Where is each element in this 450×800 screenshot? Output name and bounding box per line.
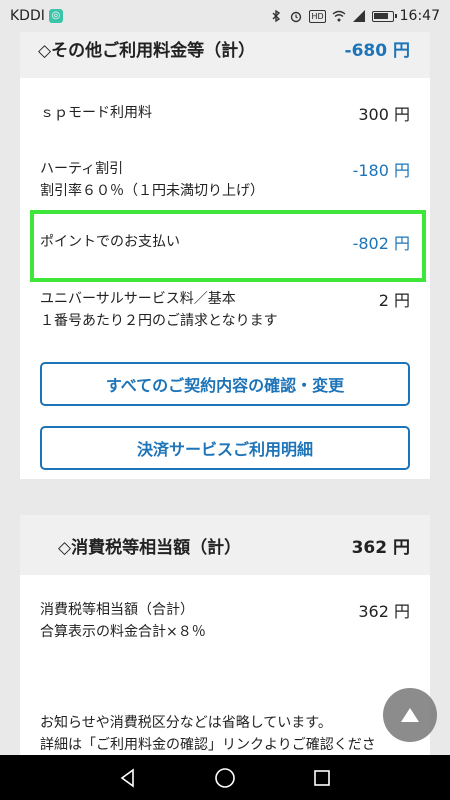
signal-icon: [352, 10, 365, 22]
other-charges-amount: -680 円: [344, 40, 410, 61]
row-amount: 2 円: [378, 291, 410, 310]
status-bar: KDDI ◎ HD 16:47: [0, 0, 450, 32]
list-item-sp-mode: ｓｐモード利用料 300 円: [20, 102, 430, 124]
tax-header: ◇消費税等相当額（計） 362 円: [20, 515, 430, 575]
list-item-tax-total: 消費税等相当額（合計） 合算表示の料金合計×８％ 362 円: [20, 599, 430, 643]
status-icons: HD 16:47: [269, 8, 440, 24]
note-line: 詳細は「ご利用料金の確認」リンクよりご確認くださ: [40, 737, 376, 753]
scroll-to-top-button[interactable]: [383, 688, 437, 742]
notes: お知らせや消費税区分などは省略しています。 詳細は「ご利用料金の確認」リンクより…: [20, 712, 430, 755]
tax-title: ◇消費税等相当額（計）: [58, 537, 242, 558]
bluetooth-icon: [272, 9, 281, 23]
arrow-up-icon: [401, 708, 419, 722]
back-icon: [120, 767, 135, 788]
tax-card: ◇消費税等相当額（計） 362 円 消費税等相当額（合計） 合算表示の料金合計×…: [20, 515, 430, 755]
status-time: 16:47: [399, 8, 440, 24]
payment-service-details-button[interactable]: 決済サービスご利用明細: [40, 426, 410, 470]
row-label: ｓｐモード利用料: [40, 105, 152, 121]
billing-page[interactable]: ◇その他ご利用料金等（計） -680 円 ｓｐモード利用料 300 円 ハーティ…: [0, 32, 450, 755]
row-amount: 300 円: [358, 105, 410, 124]
carrier-name: KDDI: [10, 8, 45, 24]
contract-details-button[interactable]: すべてのご契約内容の確認・変更: [40, 362, 410, 406]
navigation-bar: [0, 755, 450, 800]
other-charges-header: ◇その他ご利用料金等（計） -680 円: [20, 32, 430, 78]
row-sublabel: 合算表示の料金合計×８％: [40, 624, 206, 640]
recents-button[interactable]: [310, 766, 334, 790]
other-charges-title: ◇その他ご利用料金等（計）: [38, 40, 256, 61]
battery-icon: [371, 10, 397, 22]
row-sublabel: １番号あたり２円のご請求となります: [40, 313, 278, 329]
row-label: 消費税等相当額（合計）: [40, 602, 194, 618]
list-item-hearty-discount: ハーティ割引 割引率６０％（１円未満切り上げ） -180 円: [20, 158, 430, 202]
note-line: お知らせや消費税区分などは省略しています。: [40, 715, 332, 731]
home-icon: [215, 767, 235, 788]
list-item-universal-service: ユニバーサルサービス料／基本 １番号あたり２円のご請求となります 2 円: [20, 288, 430, 332]
row-amount: 362 円: [358, 602, 410, 621]
hd-icon: HD: [309, 9, 326, 23]
carrier: KDDI ◎: [10, 8, 63, 24]
row-label: ユニバーサルサービス料／基本: [40, 291, 236, 307]
carrier-badge-icon: ◎: [48, 9, 63, 23]
recents-icon: [313, 769, 330, 786]
point-payment-highlight: [30, 210, 426, 282]
back-button[interactable]: [116, 766, 140, 790]
row-amount: -180 円: [352, 161, 410, 180]
alarm-icon: [291, 11, 302, 23]
home-button[interactable]: [213, 766, 237, 790]
tax-amount: 362 円: [351, 537, 410, 558]
wifi-icon: [332, 10, 346, 22]
